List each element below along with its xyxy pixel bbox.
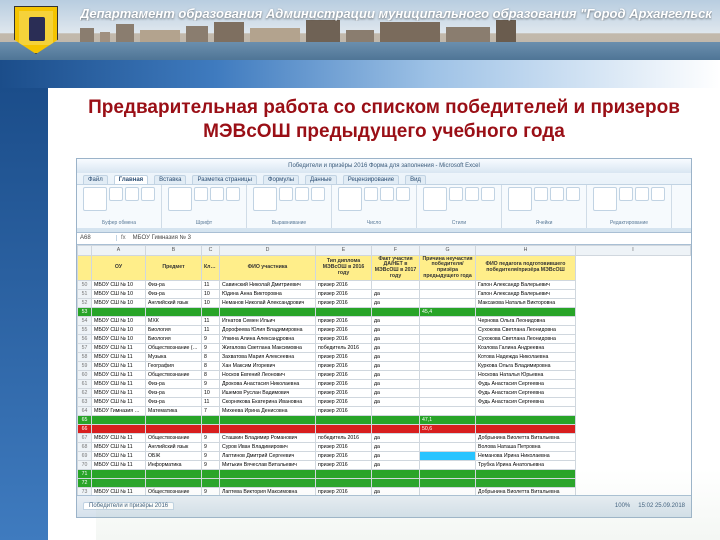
city-crest bbox=[14, 6, 58, 54]
spreadsheet-table: ABCDEFGHI ОУ Предмет Класс ФИО участника… bbox=[77, 245, 691, 495]
ribbon-group: Редактирование bbox=[587, 185, 672, 228]
excel-ribbon: Файл Главная Вставка Разметка страницы Форму… bbox=[77, 173, 691, 233]
page-title: Предварительная работа со списком победи… bbox=[48, 88, 720, 150]
excel-screenshot: Победители и призёры 2016 Форма для запо… bbox=[76, 158, 692, 518]
table-row: 62МБОУ СШ № 11Физ-ра10Ишемов Руслан Вади… bbox=[78, 389, 691, 398]
content: Предварительная работа со списком победи… bbox=[48, 88, 720, 540]
table-row: 68МБОУ СШ № 11Английский язык9Суров Иван… bbox=[78, 443, 691, 452]
excel-titlebar: Победители и призёры 2016 Форма для запо… bbox=[77, 159, 691, 173]
ribbon-tab: Вид bbox=[405, 175, 426, 184]
table-row: 64МБОУ Гимназия № 21Математика7Михеева И… bbox=[78, 407, 691, 416]
ribbon-tab: Вставка bbox=[154, 175, 186, 184]
name-box: A68 bbox=[77, 235, 117, 241]
table-row: 67МБОУ СШ № 11Обществознание9Сташкин Вла… bbox=[78, 434, 691, 443]
table-row: 5345,4 bbox=[78, 308, 691, 317]
col-fact: Факт участия ДА/НЕТ в МЭВсОШ в 2017 году bbox=[372, 255, 420, 281]
header-row: ОУ Предмет Класс ФИО участника Тип дипло… bbox=[78, 255, 691, 281]
sheet-area: ABCDEFGHI ОУ Предмет Класс ФИО участника… bbox=[77, 245, 691, 495]
taskbar-clock: 15:02 25.09.2018 bbox=[638, 503, 685, 509]
col-klass: Класс bbox=[202, 255, 220, 281]
ribbon-group: Буфер обмена bbox=[77, 185, 162, 228]
col-fio: ФИО участника bbox=[220, 255, 316, 281]
department-title: Департамент образования Администрации му… bbox=[80, 6, 712, 21]
banner: Департамент образования Администрации му… bbox=[0, 0, 720, 60]
table-row: 51МБОУ СШ № 10Физ-ра10Юдина Анна Викторо… bbox=[78, 290, 691, 299]
slide: Департамент образования Администрации му… bbox=[0, 0, 720, 540]
col-teacher: ФИО педагога подготовившего победителя/п… bbox=[476, 255, 576, 281]
table-row: 61МБОУ СШ № 11Физ-ра9Дрокова Анастасия Н… bbox=[78, 380, 691, 389]
fx-icon: fx bbox=[117, 235, 130, 241]
zoom-label: 100% bbox=[615, 503, 630, 509]
formula-bar: A68 fx МБОУ Гимназия № 3 bbox=[77, 233, 691, 245]
col-predmet: Предмет bbox=[146, 255, 202, 281]
table-row: 59МБОУ СШ № 11География8Хан Максим Игоре… bbox=[78, 362, 691, 371]
ribbon-group: Число bbox=[332, 185, 417, 228]
ribbon-group: Выравнивание bbox=[247, 185, 332, 228]
table-row: 71 bbox=[78, 470, 691, 479]
table-row: 60МБОУ СШ № 11Обществознание8Носков Евге… bbox=[78, 371, 691, 380]
column-letters-row: ABCDEFGHI bbox=[78, 245, 691, 255]
ribbon-group: Шрифт bbox=[162, 185, 247, 228]
table-row: 63МБОУ СШ № 11Физ-ра11Скорнякова Екатери… bbox=[78, 398, 691, 407]
table-row: 73МБОУ СШ № 11Обществознание9Лаптева Вик… bbox=[78, 488, 691, 495]
table-row: 57МБОУ СШ № 11Обществознание (эк)9Жигало… bbox=[78, 344, 691, 353]
table-row: 54МБОУ СШ № 10МХК11Игнатов Семен Ильичпр… bbox=[78, 317, 691, 326]
ribbon-tab: Рецензирование bbox=[343, 175, 399, 184]
table-row: 50МБОУ СШ № 10Физ-ра11Савинский Николай … bbox=[78, 281, 691, 290]
table-row: 72 bbox=[78, 479, 691, 488]
table-row: 56МБОУ СШ № 10Биология9Упкина Алина Алек… bbox=[78, 335, 691, 344]
col-ou: ОУ bbox=[92, 255, 146, 281]
table-row: 70МБОУ СШ № 11Информатика9Митькин Вячесл… bbox=[78, 461, 691, 470]
table-row: 52МБОУ СШ № 10Английский язык10Неманов Н… bbox=[78, 299, 691, 308]
table-row: 69МБОУ СШ № 11ОБЖ9Лаптинов Дмитрий Серге… bbox=[78, 452, 691, 461]
excel-statusbar: Победители и призёры 2016 100% 15:02 25.… bbox=[77, 495, 691, 517]
table-row: 55МБОУ СШ № 10Биология11Дорофеева Юлия В… bbox=[78, 326, 691, 335]
ribbon-tab: Формулы bbox=[263, 175, 299, 184]
ribbon-tab: Файл bbox=[83, 175, 108, 184]
table-row: 6650,6 bbox=[78, 425, 691, 434]
blue-stripe bbox=[0, 60, 720, 88]
table-row: 6547,1 bbox=[78, 416, 691, 425]
workbook-title: Победители и призёры 2016 Форма для запо… bbox=[288, 163, 480, 169]
ribbon-group: Ячейки bbox=[502, 185, 587, 228]
side-stripe bbox=[0, 88, 48, 540]
banner-skyline bbox=[80, 20, 720, 42]
banner-water bbox=[0, 42, 720, 60]
ribbon-tab: Данные bbox=[305, 175, 337, 184]
ribbon-group: Стили bbox=[417, 185, 502, 228]
table-row: 58МБОУ СШ № 11Музыка8Захватова Мария Але… bbox=[78, 353, 691, 362]
col-reason: Причина неучастия победителя/призёра пре… bbox=[420, 255, 476, 281]
col-diplom: Тип диплома МЭВсОШ в 2016 году bbox=[316, 255, 372, 281]
sheet-tab: Победители и призёры 2016 bbox=[83, 502, 174, 510]
ribbon-body: Буфер обменаШрифтВыравниваниеЧислоСтилиЯ… bbox=[77, 184, 691, 228]
ribbon-tab: Главная bbox=[114, 175, 148, 184]
ribbon-tab: Разметка страницы bbox=[192, 175, 256, 184]
formula-value: МБОУ Гимназия № 3 bbox=[130, 235, 194, 241]
table-body: 50МБОУ СШ № 10Физ-ра11Савинский Николай … bbox=[78, 281, 691, 495]
ribbon-tabs: Файл Главная Вставка Разметка страницы Форму… bbox=[77, 173, 691, 184]
